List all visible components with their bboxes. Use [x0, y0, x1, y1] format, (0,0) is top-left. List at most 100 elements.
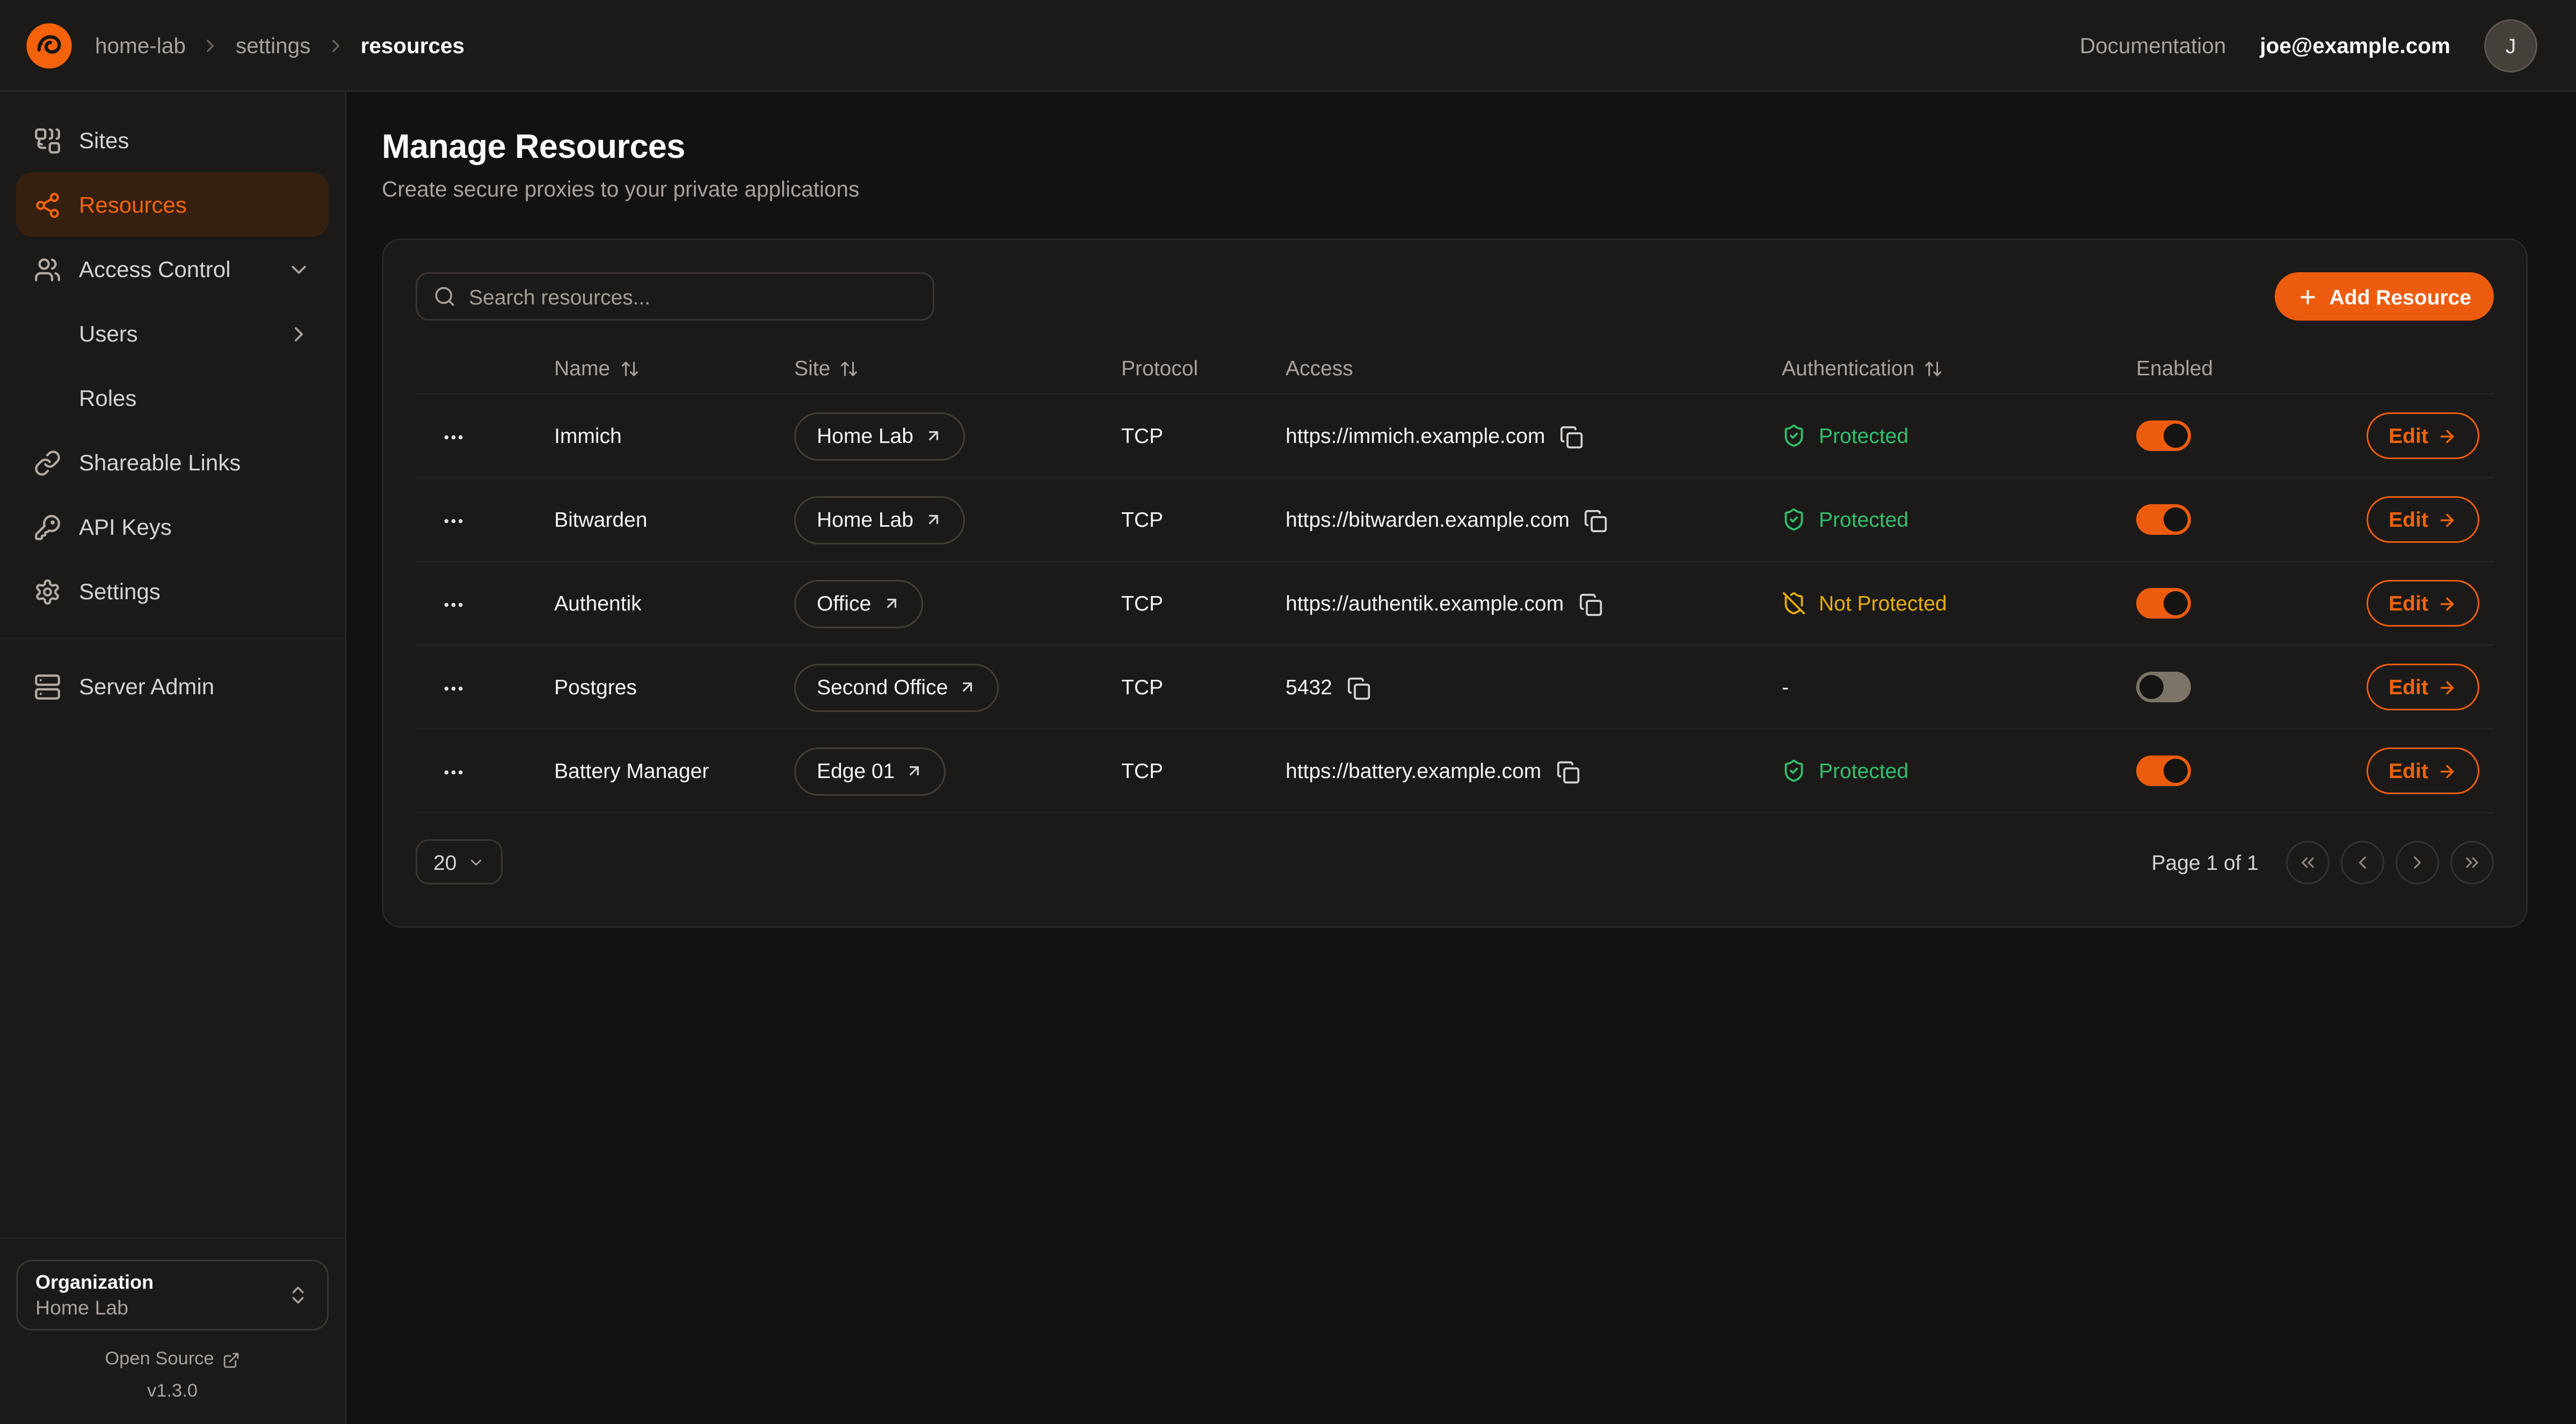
site-link-button[interactable]: Office [794, 579, 923, 628]
chevrons-right-icon [2462, 852, 2483, 873]
enabled-toggle[interactable] [2136, 588, 2191, 619]
copy-button[interactable] [1559, 424, 1584, 448]
resource-name: Battery Manager [554, 759, 794, 783]
site-link-button[interactable]: Second Office [794, 663, 999, 711]
edit-button[interactable]: Edit [2367, 580, 2479, 627]
resources-icon [34, 191, 61, 219]
resource-access-url: https://bitwarden.example.com [1286, 507, 1570, 532]
add-resource-button[interactable]: Add Resource [2275, 272, 2494, 321]
version-label: v1.3.0 [16, 1382, 329, 1401]
edit-button[interactable]: Edit [2367, 747, 2479, 794]
sidebar-item-label: Access Control [79, 256, 230, 282]
enabled-toggle[interactable] [2136, 420, 2191, 451]
column-access-label: Access [1286, 356, 1353, 380]
sites-icon [34, 127, 61, 154]
sidebar-item-api-keys[interactable]: API Keys [16, 495, 329, 559]
arrow-up-right-icon [959, 678, 977, 696]
org-selector[interactable]: Organization Home Lab [16, 1260, 329, 1331]
copy-icon [1556, 760, 1580, 784]
column-protocol: Protocol [1121, 356, 1286, 380]
breadcrumb-settings[interactable]: settings [236, 33, 311, 57]
sidebar-bottom: Organization Home Lab Open Source v1.3.0 [0, 1237, 345, 1401]
page-size-select[interactable]: 20 [416, 839, 503, 884]
avatar[interactable]: J [2484, 19, 2537, 72]
copy-button[interactable] [1584, 507, 1608, 532]
auth-status-badge: Protected [1782, 424, 2136, 448]
sidebar-item-shareable-links[interactable]: Shareable Links [16, 430, 329, 495]
row-menu-button[interactable] [416, 506, 554, 532]
gear-icon [34, 578, 61, 605]
edit-button[interactable]: Edit [2367, 664, 2479, 710]
enabled-toggle[interactable] [2136, 504, 2191, 535]
sort-icon [840, 359, 859, 378]
auth-status-badge: Not Protected [1782, 591, 2136, 615]
open-source-link[interactable]: Open Source [16, 1350, 329, 1369]
copy-button[interactable] [1556, 759, 1580, 783]
column-name-label: Name [554, 356, 610, 380]
row-menu-button[interactable] [416, 674, 554, 700]
main-content: Manage Resources Create secure proxies t… [346, 92, 2576, 1424]
auth-status-label: Protected [1819, 507, 1909, 532]
page-size-value: 20 [433, 850, 456, 874]
first-page-button[interactable] [2286, 840, 2330, 884]
column-name[interactable]: Name [554, 356, 794, 380]
edit-label: Edit [2389, 424, 2428, 448]
sidebar-item-resources[interactable]: Resources [16, 172, 329, 237]
resources-card: Add Resource Name Site Protocol Acce [382, 238, 2528, 928]
sidebar-item-label: API Keys [79, 514, 172, 540]
edit-label: Edit [2389, 759, 2428, 783]
user-email[interactable]: joe@example.com [2260, 33, 2450, 57]
arrow-up-right-icon [882, 594, 900, 612]
sidebar-item-access-control[interactable]: Access Control [16, 237, 329, 301]
resource-protocol: TCP [1121, 591, 1286, 615]
row-menu-button[interactable] [416, 590, 554, 616]
documentation-link[interactable]: Documentation [2080, 33, 2226, 57]
sidebar-item-users[interactable]: Users [16, 301, 329, 366]
sidebar-item-label: Sites [79, 127, 129, 153]
copy-button[interactable] [1578, 591, 1602, 615]
sidebar-item-sites[interactable]: Sites [16, 108, 329, 172]
next-page-button[interactable] [2396, 840, 2439, 884]
sidebar-item-roles[interactable]: Roles [16, 366, 329, 430]
sidebar-item-server-admin[interactable]: Server Admin [16, 654, 329, 718]
row-menu-button[interactable] [416, 758, 554, 783]
breadcrumb: home-lab settings resources [95, 33, 465, 57]
sidebar-spacer [16, 718, 329, 1237]
arrow-right-icon [2438, 678, 2457, 697]
sidebar-item-settings[interactable]: Settings [16, 559, 329, 623]
enabled-toggle[interactable] [2136, 755, 2191, 786]
site-name: Home Lab [817, 507, 913, 532]
access-control-icon [34, 256, 61, 283]
column-authentication[interactable]: Authentication [1782, 356, 2136, 380]
shield-off-icon [1782, 591, 1806, 615]
last-page-button[interactable] [2450, 840, 2494, 884]
pangolin-logo-icon[interactable] [24, 20, 74, 70]
copy-button[interactable] [1347, 675, 1371, 699]
chevron-left-icon [2352, 852, 2373, 873]
search-input[interactable] [469, 285, 917, 309]
pagination: Page 1 of 1 [2152, 840, 2494, 884]
site-link-button[interactable]: Home Lab [794, 496, 965, 544]
ellipsis-icon [441, 592, 466, 616]
edit-button[interactable]: Edit [2367, 496, 2479, 543]
row-menu-button[interactable] [416, 423, 554, 448]
breadcrumb-org[interactable]: home-lab [95, 33, 186, 57]
resource-protocol: TCP [1121, 759, 1286, 783]
shield-check-icon [1782, 424, 1806, 448]
site-name: Second Office [817, 675, 948, 699]
arrow-right-icon [2438, 426, 2457, 446]
add-resource-label: Add Resource [2330, 285, 2471, 309]
column-site[interactable]: Site [794, 356, 1121, 380]
column-access: Access [1286, 356, 1782, 380]
breadcrumb-resources[interactable]: resources [360, 33, 465, 57]
column-site-label: Site [794, 356, 830, 380]
edit-button[interactable]: Edit [2367, 412, 2479, 459]
page-subtitle: Create secure proxies to your private ap… [382, 177, 2536, 201]
previous-page-button[interactable] [2341, 840, 2384, 884]
enabled-toggle[interactable] [2136, 672, 2191, 702]
site-link-button[interactable]: Edge 01 [794, 747, 946, 795]
site-link-button[interactable]: Home Lab [794, 412, 965, 460]
site-name: Home Lab [817, 424, 913, 448]
resource-name: Immich [554, 424, 794, 448]
chevron-down-icon [287, 257, 311, 281]
